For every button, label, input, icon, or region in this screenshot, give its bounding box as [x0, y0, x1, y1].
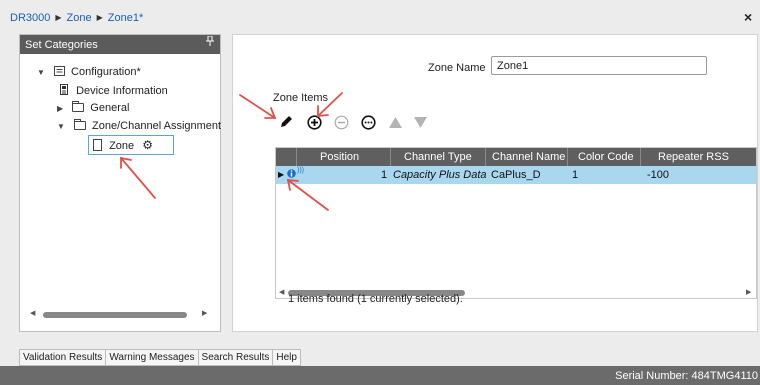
collapse-icon[interactable]: ▼	[37, 68, 45, 77]
set-categories-panel: Set Categories ▼ Configuration* Device I…	[19, 34, 221, 332]
column-header-repeater-rss[interactable]: Repeater RSS	[658, 151, 729, 163]
zone-editor-panel: Zone Name Zone Items Position Channel Ty…	[232, 34, 758, 332]
expand-icon[interactable]: ▶	[57, 104, 63, 113]
move-up-icon[interactable]	[388, 115, 403, 134]
tab-search-results[interactable]: Search Results	[199, 350, 274, 365]
scroll-right-icon[interactable]: ▶	[202, 309, 207, 317]
tree-item-zone[interactable]: Zone ⚙	[88, 135, 174, 155]
tree-label: General	[90, 102, 130, 114]
grid-header: Position Channel Type Channel Name Color…	[276, 148, 756, 166]
cell-position: 1	[381, 169, 388, 181]
info-icon[interactable]	[287, 168, 296, 182]
tree-label: Configuration*	[71, 66, 141, 78]
tab-help[interactable]: Help	[273, 350, 300, 365]
breadcrumb-item-zone[interactable]: Zone	[67, 12, 92, 24]
tree-item-zone-channel-assignment[interactable]: ▼ Zone/Channel Assignment	[57, 119, 222, 132]
column-header-position[interactable]: Position	[320, 151, 359, 163]
bottom-tab-strip: Validation Results Warning Messages Sear…	[19, 349, 301, 366]
tab-warning-messages[interactable]: Warning Messages	[106, 350, 199, 365]
edit-icon[interactable]	[279, 114, 294, 133]
tree-item-configuration[interactable]: ▼ Configuration*	[37, 66, 141, 78]
document-icon	[93, 139, 102, 151]
tab-validation-results[interactable]: Validation Results	[20, 350, 107, 365]
table-row[interactable]: ▶ ))) 1 Capacity Plus Data CaPlus_D 1 -1…	[276, 166, 756, 184]
breadcrumb-separator-icon: ▶	[96, 13, 103, 22]
tree-label: Zone/Channel Assignment	[92, 120, 222, 132]
breadcrumb-item-dr3000[interactable]: DR3000	[10, 12, 50, 24]
breadcrumb-item-zone1[interactable]: Zone1*	[108, 12, 143, 24]
folder-icon	[72, 101, 85, 112]
close-icon[interactable]: ×	[744, 9, 752, 25]
configuration-icon	[53, 66, 68, 78]
scroll-right-icon[interactable]: ▶	[746, 288, 751, 296]
remove-icon[interactable]	[334, 115, 349, 134]
tree-item-general[interactable]: ▶ General	[57, 101, 130, 114]
wave-icon: )))	[297, 167, 304, 174]
more-icon[interactable]	[361, 115, 376, 134]
status-bar: Serial Number: 484TMG4110	[0, 366, 760, 385]
cell-channel-type: Capacity Plus Data	[393, 169, 487, 181]
row-pointer-icon: ▶	[278, 170, 285, 179]
move-down-icon[interactable]	[413, 115, 428, 134]
scrollbar-thumb[interactable]	[43, 312, 187, 318]
horizontal-scrollbar[interactable]: ◀ ▶	[30, 309, 210, 321]
scroll-left-icon[interactable]: ◀	[279, 288, 284, 296]
scroll-left-icon[interactable]: ◀	[30, 309, 35, 317]
pin-icon[interactable]	[206, 35, 214, 49]
zone-items-grid: Position Channel Type Channel Name Color…	[275, 147, 757, 299]
cell-repeater-rss: -100	[647, 169, 670, 181]
breadcrumb-separator-icon: ▶	[55, 13, 62, 22]
add-icon[interactable]	[307, 115, 322, 134]
tree-label: Zone	[109, 140, 135, 152]
set-categories-header: Set Categories	[20, 35, 220, 54]
cell-channel-name: CaPlus_D	[491, 169, 541, 181]
column-header-channel-name[interactable]: Channel Name	[492, 151, 565, 163]
device-icon	[60, 84, 71, 97]
collapse-icon[interactable]: ▼	[57, 122, 65, 131]
zone-items-label: Zone Items	[273, 92, 329, 104]
folder-open-icon	[73, 119, 86, 130]
breadcrumb: DR3000 ▶ Zone ▶ Zone1*	[10, 12, 143, 24]
tree-label: Device Information	[76, 85, 168, 97]
panel-title: Set Categories	[25, 39, 98, 51]
column-header-color-code[interactable]: Color Code	[578, 151, 634, 163]
tree-item-device-information[interactable]: Device Information	[60, 84, 168, 97]
serial-number: Serial Number: 484TMG4110	[615, 370, 758, 382]
cell-color-code: 1	[572, 169, 579, 181]
zone-name-label: Zone Name	[428, 62, 486, 74]
column-header-channel-type[interactable]: Channel Type	[404, 151, 472, 163]
zone-name-input[interactable]	[491, 56, 707, 75]
items-found-status: 1 items found (1 currently selected).	[288, 293, 463, 305]
gear-icon[interactable]: ⚙	[142, 138, 153, 152]
